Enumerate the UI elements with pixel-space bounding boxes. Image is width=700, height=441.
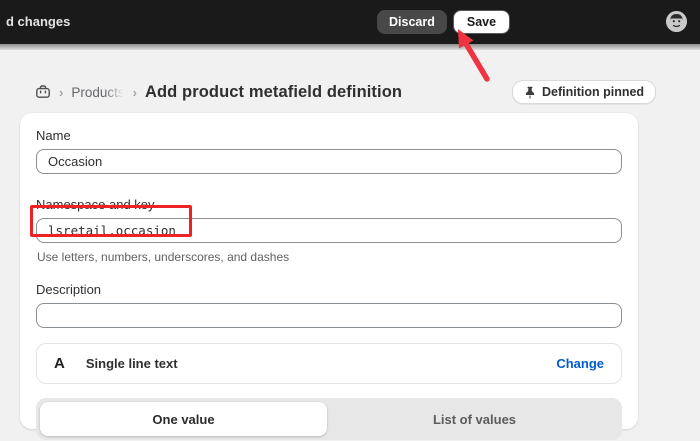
- user-face-icon: [666, 11, 687, 32]
- tab-one-value[interactable]: One value: [40, 402, 327, 436]
- namespace-key-input[interactable]: [36, 218, 622, 243]
- breadcrumb-separator: ›: [59, 85, 63, 100]
- breadcrumb: › Products › Add product metafield defin…: [35, 80, 402, 104]
- breadcrumb-separator: ›: [133, 85, 137, 100]
- topbar: d changes Discard Save: [0, 0, 700, 44]
- page-title: Add product metafield definition: [145, 83, 402, 102]
- breadcrumb-item-products[interactable]: Products: [71, 85, 124, 100]
- definition-pinned-button[interactable]: Definition pinned: [512, 80, 656, 104]
- topbar-shadow-strip: [0, 44, 700, 50]
- value-mode-segmented-control: One value List of values: [36, 398, 622, 440]
- tab-list-of-values[interactable]: List of values: [327, 398, 622, 440]
- discard-button[interactable]: Discard: [377, 10, 447, 34]
- custom-data-icon[interactable]: [35, 84, 51, 100]
- avatar[interactable]: [666, 11, 687, 32]
- unsaved-changes-label: d changes: [6, 14, 70, 29]
- topbar-actions: Discard Save: [377, 10, 510, 34]
- metafield-definition-card: Name Namespace and key Use letters, numb…: [20, 113, 638, 429]
- change-type-link[interactable]: Change: [556, 356, 604, 371]
- text-type-icon: A: [54, 355, 65, 372]
- namespace-key-label: Namespace and key: [36, 197, 622, 212]
- content-type-row: A Single line text Change: [36, 343, 622, 384]
- definition-pinned-label: Definition pinned: [542, 85, 644, 99]
- pin-icon: [524, 86, 536, 99]
- description-input[interactable]: [36, 303, 622, 328]
- name-input[interactable]: [36, 149, 622, 174]
- save-button[interactable]: Save: [453, 10, 510, 34]
- namespace-help-text: Use letters, numbers, underscores, and d…: [37, 250, 622, 264]
- description-label: Description: [36, 282, 622, 297]
- name-label: Name: [36, 128, 622, 143]
- content-type-label: Single line text: [86, 356, 535, 371]
